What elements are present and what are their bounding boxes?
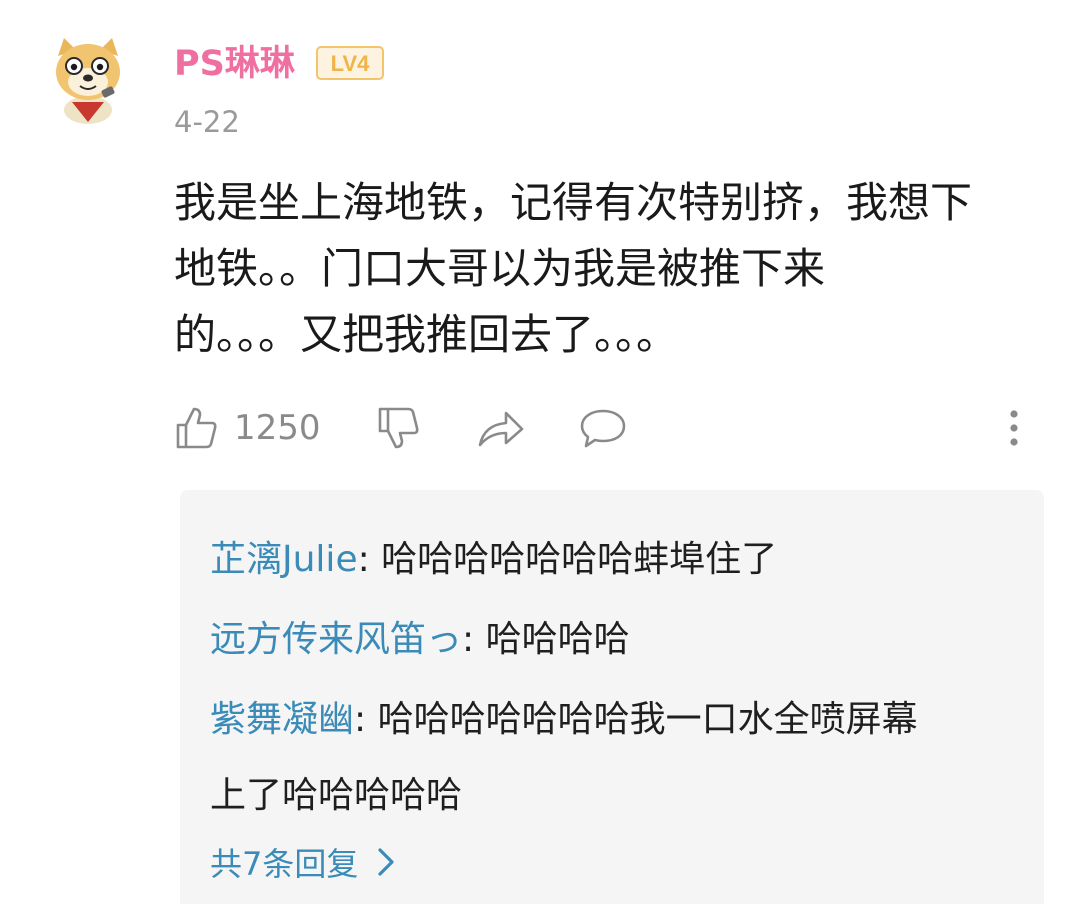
share-icon	[478, 411, 524, 447]
thumbs-down-icon	[378, 407, 419, 449]
share-button[interactable]	[476, 400, 526, 456]
comment-line: 我是坐上海地铁，记得有次特别挤，我想下	[174, 178, 973, 227]
reply-author[interactable]: 紫舞凝幽	[210, 699, 354, 740]
comment-page: PS琳琳 LV4 4-22 我是坐上海地铁，记得有次特别挤，我想下 地铁。。门口…	[0, 0, 1080, 904]
more-options-button[interactable]	[1002, 400, 1026, 456]
replies-preview: 芷漓Julie: 哈哈哈哈哈哈哈蚌埠住了 远方传来风笛っ: 哈哈哈哈 紫舞凝幽:…	[180, 490, 1044, 904]
reply-button[interactable]	[578, 400, 628, 456]
reply-separator: :	[462, 619, 486, 660]
thumbs-up-icon	[176, 407, 217, 449]
view-all-replies-label: 共7条回复	[210, 845, 359, 883]
avatar[interactable]	[50, 36, 126, 124]
level-badge: LV4	[316, 46, 384, 80]
reply-separator: :	[354, 699, 378, 740]
username[interactable]: PS琳琳	[174, 40, 295, 88]
dislike-button[interactable]	[376, 400, 422, 456]
post-date: 4-22	[174, 105, 240, 139]
view-all-replies-link[interactable]: 共7条回复	[210, 832, 396, 892]
reply-author[interactable]: 远方传来风笛っ	[210, 619, 462, 660]
doge-avatar-image	[56, 38, 120, 124]
reply-item[interactable]: 紫舞凝幽: 哈哈哈哈哈哈哈我一口水全喷屏幕上了哈哈哈哈哈	[210, 682, 946, 834]
reply-item[interactable]: 远方传来风笛っ: 哈哈哈哈	[210, 602, 1010, 678]
level-text: LV4	[331, 51, 370, 76]
like-count: 1250	[234, 408, 321, 448]
comment-action-bar: 1250	[0, 400, 1080, 456]
comment-line: 地铁。。门口大哥以为我是被推下来	[174, 244, 826, 293]
reply-author[interactable]: 芷漓Julie	[210, 539, 358, 580]
more-vertical-icon	[1010, 410, 1018, 446]
like-button[interactable]: 1250	[174, 400, 321, 456]
comment-text: 我是坐上海地铁，记得有次特别挤，我想下 地铁。。门口大哥以为我是被推下来 的。。…	[174, 170, 1044, 368]
reply-text: 哈哈哈哈	[485, 619, 630, 660]
reply-item[interactable]: 芷漓Julie: 哈哈哈哈哈哈哈蚌埠住了	[210, 522, 1010, 598]
reply-separator: :	[357, 539, 382, 580]
chevron-right-icon	[378, 848, 394, 876]
reply-text: 哈哈哈哈哈哈哈蚌埠住了	[381, 539, 778, 580]
chat-bubble-icon	[580, 409, 626, 448]
comment-line: 的。。。又把我推回去了。。。	[174, 310, 679, 359]
